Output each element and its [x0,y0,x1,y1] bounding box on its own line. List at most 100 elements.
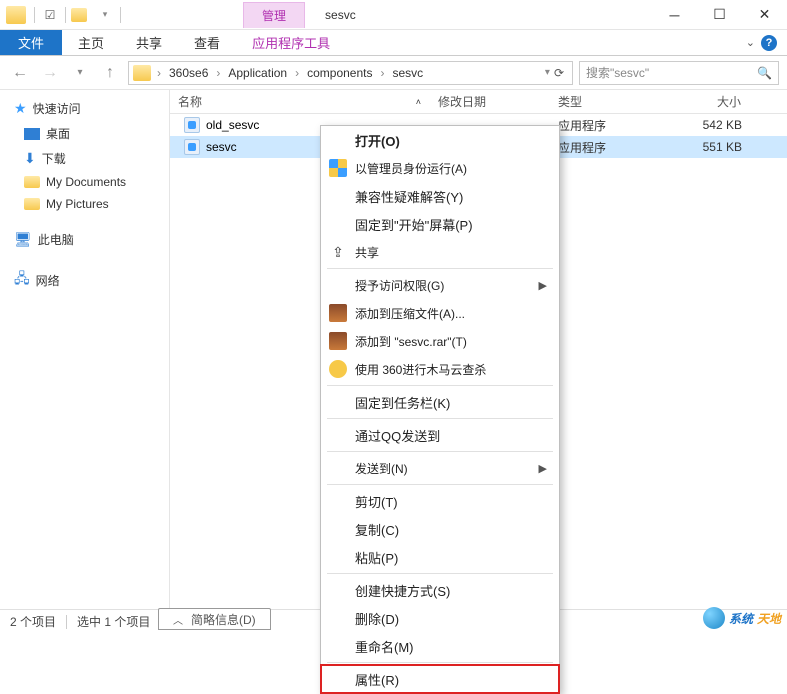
menu-separator [327,268,553,269]
archive-icon [329,332,347,350]
window-title: sesvc [325,8,356,22]
cm-item-360-scan[interactable]: 使用 360进行木马云查杀 [321,355,559,383]
chevron-right-icon[interactable]: › [378,66,386,80]
cm-item-pin-taskbar[interactable]: 固定到任务栏(K) [321,388,559,416]
sidebar-item-documents[interactable]: My Documents [0,171,169,193]
forward-button[interactable]: → [38,61,62,85]
cm-item-compat[interactable]: 兼容性疑难解答(Y) [321,182,559,210]
cm-item-cut[interactable]: 剪切(T) [321,487,559,515]
cm-item-rename[interactable]: 重命名(M) [321,632,559,660]
search-input[interactable]: 搜索"sesvc" 🔍 [579,61,779,85]
globe-icon [703,607,725,629]
chevron-right-icon[interactable]: › [214,66,222,80]
cm-item-delete[interactable]: 删除(D) [321,604,559,632]
folder-icon [24,176,40,188]
breadcrumb-segment[interactable]: sesvc [388,66,427,80]
ribbon-right-controls: ⌄ ? [736,30,787,55]
sidebar-item-desktop[interactable]: 桌面 [0,121,169,146]
titlebar: ☑ ▾ 管理 sesvc ─ ☐ ✕ [0,0,787,30]
recent-dropdown-icon[interactable]: ▾ [68,61,92,85]
sort-caret-icon: ˄ [416,97,421,107]
chevron-right-icon[interactable]: › [293,66,301,80]
column-headers: 名称 ˄ 修改日期 类型 大小 [170,90,787,114]
sidebar-item-network[interactable]: 🖧 网络 [0,264,169,296]
col-header-date[interactable]: 修改日期 [430,93,550,110]
shield-icon [329,360,347,378]
breadcrumb[interactable]: › 360se6 › Application › components › se… [128,61,573,85]
chevron-up-icon: ︿ [173,612,183,627]
file-type: 应用程序 [550,139,670,156]
view-tab[interactable]: 查看 [178,30,236,55]
shield-icon [329,159,347,177]
cm-item-send-to[interactable]: 发送到(N) ▶ [321,454,559,482]
cm-item-open[interactable]: 打开(O) [321,126,559,154]
window-controls: ─ ☐ ✕ [652,1,787,29]
file-size: 551 KB [670,140,750,154]
cm-label: 以管理员身份运行(A) [355,160,467,177]
close-button[interactable]: ✕ [742,1,787,29]
cm-item-copy[interactable]: 复制(C) [321,515,559,543]
qat-folder-icon[interactable] [70,4,92,26]
file-tab[interactable]: 文件 [0,30,62,55]
cm-item-shortcut[interactable]: 创建快捷方式(S) [321,576,559,604]
menu-separator [327,451,553,452]
cm-item-add-rar[interactable]: 添加到 "sesvc.rar"(T) [321,327,559,355]
watermark-text: 天地 [757,610,781,627]
sidebar-item-downloads[interactable]: ⬇ 下载 [0,146,169,171]
manage-tab[interactable]: 管理 [243,2,305,28]
col-label: 名称 [178,93,202,110]
cm-item-add-archive[interactable]: 添加到压缩文件(A)... [321,299,559,327]
col-header-size[interactable]: 大小 [670,93,750,110]
sidebar-label: My Pictures [46,197,109,211]
search-icon[interactable]: 🔍 [757,66,772,80]
sidebar-item-quick-access[interactable]: ★ 快速访问 [0,96,169,121]
details-pane-popup[interactable]: ︿ 简略信息(D) [158,608,271,630]
ribbon-tabs: 文件 主页 共享 查看 应用程序工具 ⌄ ? [0,30,787,56]
cm-item-pin-start[interactable]: 固定到"开始"屏幕(P) [321,210,559,238]
share-tab[interactable]: 共享 [120,30,178,55]
qat-checkbox-icon[interactable]: ☑ [39,4,61,26]
breadcrumb-segment[interactable]: Application [224,66,291,80]
up-button[interactable]: ↑ [98,61,122,85]
watermark-text: 系统 [729,610,753,627]
minimize-button[interactable]: ─ [652,1,697,29]
breadcrumb-segment[interactable]: components [303,66,376,80]
home-tab[interactable]: 主页 [62,30,120,55]
cm-item-run-as-admin[interactable]: 以管理员身份运行(A) [321,154,559,182]
refresh-icon[interactable]: ⟳ [554,66,564,80]
address-dropdown-icon[interactable]: ▾ [545,67,550,78]
app-tools-tab[interactable]: 应用程序工具 [236,30,346,55]
file-type: 应用程序 [550,117,670,134]
back-button[interactable]: ← [8,61,32,85]
help-icon[interactable]: ? [761,35,777,51]
cm-item-grant-access[interactable]: 授予访问权限(G) ▶ [321,271,559,299]
cm-item-share[interactable]: ⇪ 共享 [321,238,559,266]
col-header-name[interactable]: 名称 ˄ [170,93,430,110]
separator [66,615,67,629]
cm-item-paste[interactable]: 粘贴(P) [321,543,559,571]
chevron-right-icon[interactable]: › [155,66,163,80]
cm-label: 添加到 "sesvc.rar"(T) [355,333,467,350]
app-icon [184,117,200,133]
sidebar-item-pictures[interactable]: My Pictures [0,193,169,215]
cm-label: 共享 [355,244,379,261]
folder-icon [24,198,40,210]
col-header-type[interactable]: 类型 [550,93,670,110]
ribbon-collapse-icon[interactable]: ⌄ [746,36,755,49]
file-name: sesvc [206,140,237,154]
popup-label: 简略信息(D) [191,611,256,628]
menu-separator [327,418,553,419]
cm-label: 添加到压缩文件(A)... [355,305,465,322]
separator [34,7,35,23]
cm-item-properties[interactable]: 属性(R) [321,665,559,693]
archive-icon [329,304,347,322]
menu-separator [327,573,553,574]
qat-dropdown-icon[interactable]: ▾ [94,4,116,26]
breadcrumb-segment[interactable]: 360se6 [165,66,212,80]
separator [120,7,121,23]
monitor-icon: 🖥 [14,231,32,248]
maximize-button[interactable]: ☐ [697,1,742,29]
status-item-count: 2 个项目 [10,613,56,630]
cm-item-qq-send[interactable]: 通过QQ发送到 [321,421,559,449]
sidebar-item-this-pc[interactable]: 🖥 此电脑 [0,227,169,252]
